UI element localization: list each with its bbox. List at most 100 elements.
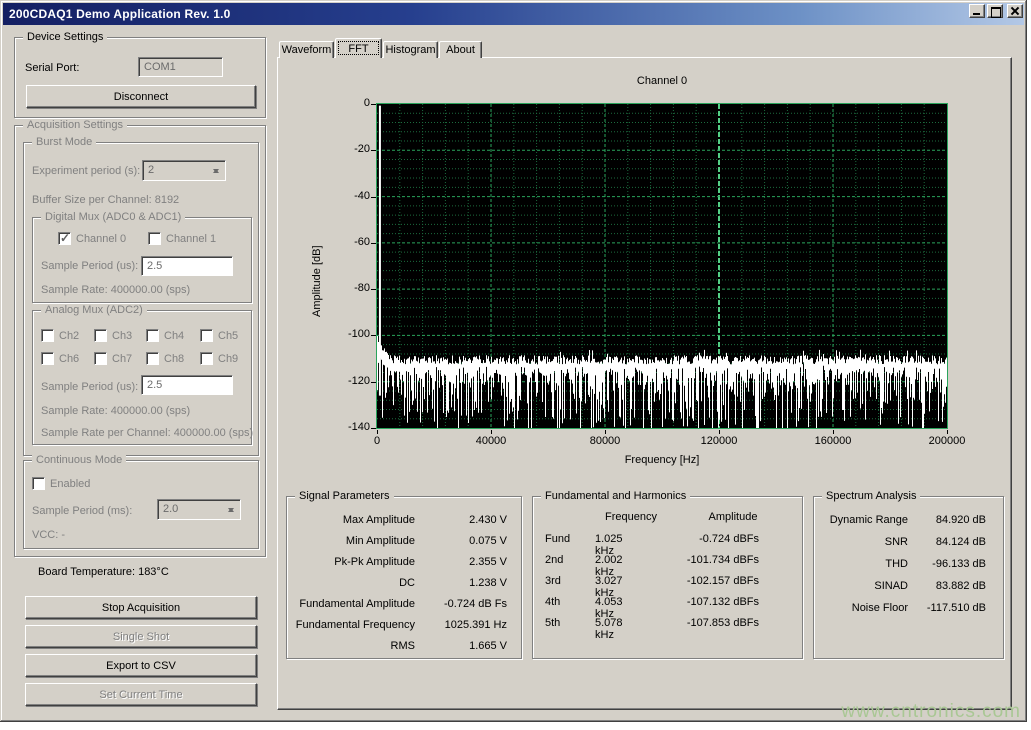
checkbox-enabled[interactable]: Enabled (32, 477, 90, 490)
y-tick-label: 0 (326, 97, 370, 109)
x-tick-mark (719, 430, 720, 434)
digital-sample-period-field[interactable]: 2.5 (141, 256, 233, 276)
burst-mode-title: Burst Mode (32, 136, 96, 148)
harmonics-panel: Fundamental and Harmonics Frequency Ampl… (532, 496, 803, 659)
serial-port-field[interactable]: COM1 (138, 57, 223, 77)
burst-mode-group: Burst Mode Experiment period (s): 2 Buff… (23, 142, 259, 456)
signal-parameters-title: Signal Parameters (295, 490, 394, 502)
y-tick-label: -40 (326, 190, 370, 202)
maximize-button[interactable] (987, 4, 1003, 18)
signal-parameters-panel: Signal Parameters Max Amplitude2.430 V M… (286, 496, 522, 659)
stop-acquisition-button[interactable]: Stop Acquisition (25, 596, 257, 619)
spectrum-row: SINAD83.882 dB (822, 575, 986, 597)
checkbox-icon (200, 329, 213, 342)
tab-about[interactable]: About (439, 41, 482, 58)
param-label: Pk-Pk Amplitude (295, 556, 415, 568)
checkbox-channel-0[interactable]: Channel 0 (58, 232, 126, 245)
checkbox-label: Ch8 (164, 353, 184, 365)
harmonic-amplitude: -107.132 dBFs (663, 596, 759, 608)
checkbox-ch9[interactable]: Ch9 (200, 352, 238, 365)
frequency-column-header: Frequency (589, 511, 673, 523)
checkbox-ch8[interactable]: Ch8 (146, 352, 184, 365)
y-tick-label: -140 (326, 421, 370, 433)
harmonic-name: 2nd (545, 554, 563, 566)
spectrum-value: 84.124 dB (908, 536, 986, 548)
checkbox-ch4[interactable]: Ch4 (146, 329, 184, 342)
x-tick-label: 160000 (815, 435, 852, 447)
vcc-text: VCC: - (32, 529, 65, 541)
harmonic-amplitude: -101.734 dBFs (663, 554, 759, 566)
board-temperature-text: Board Temperature: 183°C (38, 566, 169, 578)
continuous-mode-title: Continuous Mode (32, 454, 126, 466)
param-row: Min Amplitude0.075 V (295, 530, 507, 551)
param-label: RMS (295, 640, 415, 652)
y-tick-mark (371, 382, 376, 383)
y-tick-mark (371, 428, 376, 429)
export-to-csv-button[interactable]: Export to CSV (25, 654, 257, 677)
param-row: DC1.238 V (295, 572, 507, 593)
param-value: 1.665 V (415, 640, 507, 652)
checkbox-label: Ch4 (164, 330, 184, 342)
checkbox-ch7[interactable]: Ch7 (94, 352, 132, 365)
disconnect-button[interactable]: Disconnect (26, 85, 256, 108)
chart-title: Channel 0 (562, 75, 762, 87)
spectrum-label: SINAD (822, 580, 908, 592)
watermark: www.cntronics.com (841, 701, 1021, 723)
harmonic-amplitude: -102.157 dBFs (663, 575, 759, 587)
y-tick-label: -80 (326, 282, 370, 294)
close-button[interactable] (1007, 4, 1023, 18)
param-value: 2.430 V (415, 514, 507, 526)
y-tick-label: -100 (326, 328, 370, 340)
harmonic-name: Fund (545, 533, 570, 545)
spectrum-label: SNR (822, 536, 908, 548)
acquisition-settings-title: Acquisition Settings (23, 119, 127, 131)
spectrum-analysis-panel: Spectrum Analysis Dynamic Range84.920 dB… (813, 496, 1004, 659)
checkbox-label: Ch7 (112, 353, 132, 365)
y-tick-mark (371, 150, 376, 151)
param-label: Fundamental Frequency (295, 619, 415, 631)
harmonic-name: 4th (545, 596, 560, 608)
x-axis-label: Frequency [Hz] (562, 454, 762, 466)
fft-plot[interactable] (376, 103, 948, 429)
tab-fft[interactable]: FFT (335, 38, 382, 58)
digital-mux-title: Digital Mux (ADC0 & ADC1) (41, 211, 185, 223)
experiment-period-label: Experiment period (s): (32, 165, 140, 177)
experiment-period-stepper[interactable]: 2 (142, 160, 226, 181)
spectrum-label: Dynamic Range (822, 514, 908, 526)
param-label: Max Amplitude (295, 514, 415, 526)
device-settings-group: Device Settings Serial Port: COM1 Discon… (14, 37, 266, 118)
device-settings-title: Device Settings (23, 31, 107, 43)
y-tick-mark (371, 243, 376, 244)
continuous-mode-group: Continuous Mode Enabled Sample Period (m… (23, 460, 259, 549)
param-value: 1.238 V (415, 577, 507, 589)
checkbox-icon (146, 329, 159, 342)
amplitude-column-header: Amplitude (691, 511, 775, 523)
spectrum-row: Noise Floor-117.510 dB (822, 597, 986, 619)
y-tick-label: -120 (326, 375, 370, 387)
spectrum-row: Dynamic Range84.920 dB (822, 509, 986, 531)
checkbox-channel-1[interactable]: Channel 1 (148, 232, 216, 245)
window-title: 200CDAQ1 Demo Application Rev. 1.0 (9, 7, 231, 21)
analog-sample-period-label: Sample Period (us): (41, 381, 138, 393)
continuous-sample-period-stepper[interactable]: 2.0 (157, 499, 241, 520)
tab-waveform[interactable]: Waveform (279, 41, 334, 58)
checkbox-ch6[interactable]: Ch6 (41, 352, 79, 365)
y-tick-label: -60 (326, 236, 370, 248)
digital-sample-rate-text: Sample Rate: 400000.00 (sps) (41, 284, 190, 296)
analog-sample-period-field[interactable]: 2.5 (141, 375, 233, 395)
tab-histogram[interactable]: Histogram (383, 41, 438, 58)
checkbox-ch3[interactable]: Ch3 (94, 329, 132, 342)
x-tick-mark (947, 430, 948, 434)
checkbox-ch5[interactable]: Ch5 (200, 329, 238, 342)
single-shot-button[interactable]: Single Shot (25, 625, 257, 648)
acquisition-settings-group: Acquisition Settings Burst Mode Experime… (14, 125, 266, 557)
checkbox-icon (94, 329, 107, 342)
checkbox-ch2[interactable]: Ch2 (41, 329, 79, 342)
set-current-time-button[interactable]: Set Current Time (25, 683, 257, 706)
y-tick-label: -20 (326, 143, 370, 155)
param-label: Fundamental Amplitude (295, 598, 415, 610)
title-bar[interactable]: 200CDAQ1 Demo Application Rev. 1.0 (3, 3, 1024, 25)
minimize-button[interactable] (969, 4, 985, 18)
y-tick-mark (371, 104, 376, 105)
param-row: Fundamental Frequency1025.391 Hz (295, 614, 507, 635)
